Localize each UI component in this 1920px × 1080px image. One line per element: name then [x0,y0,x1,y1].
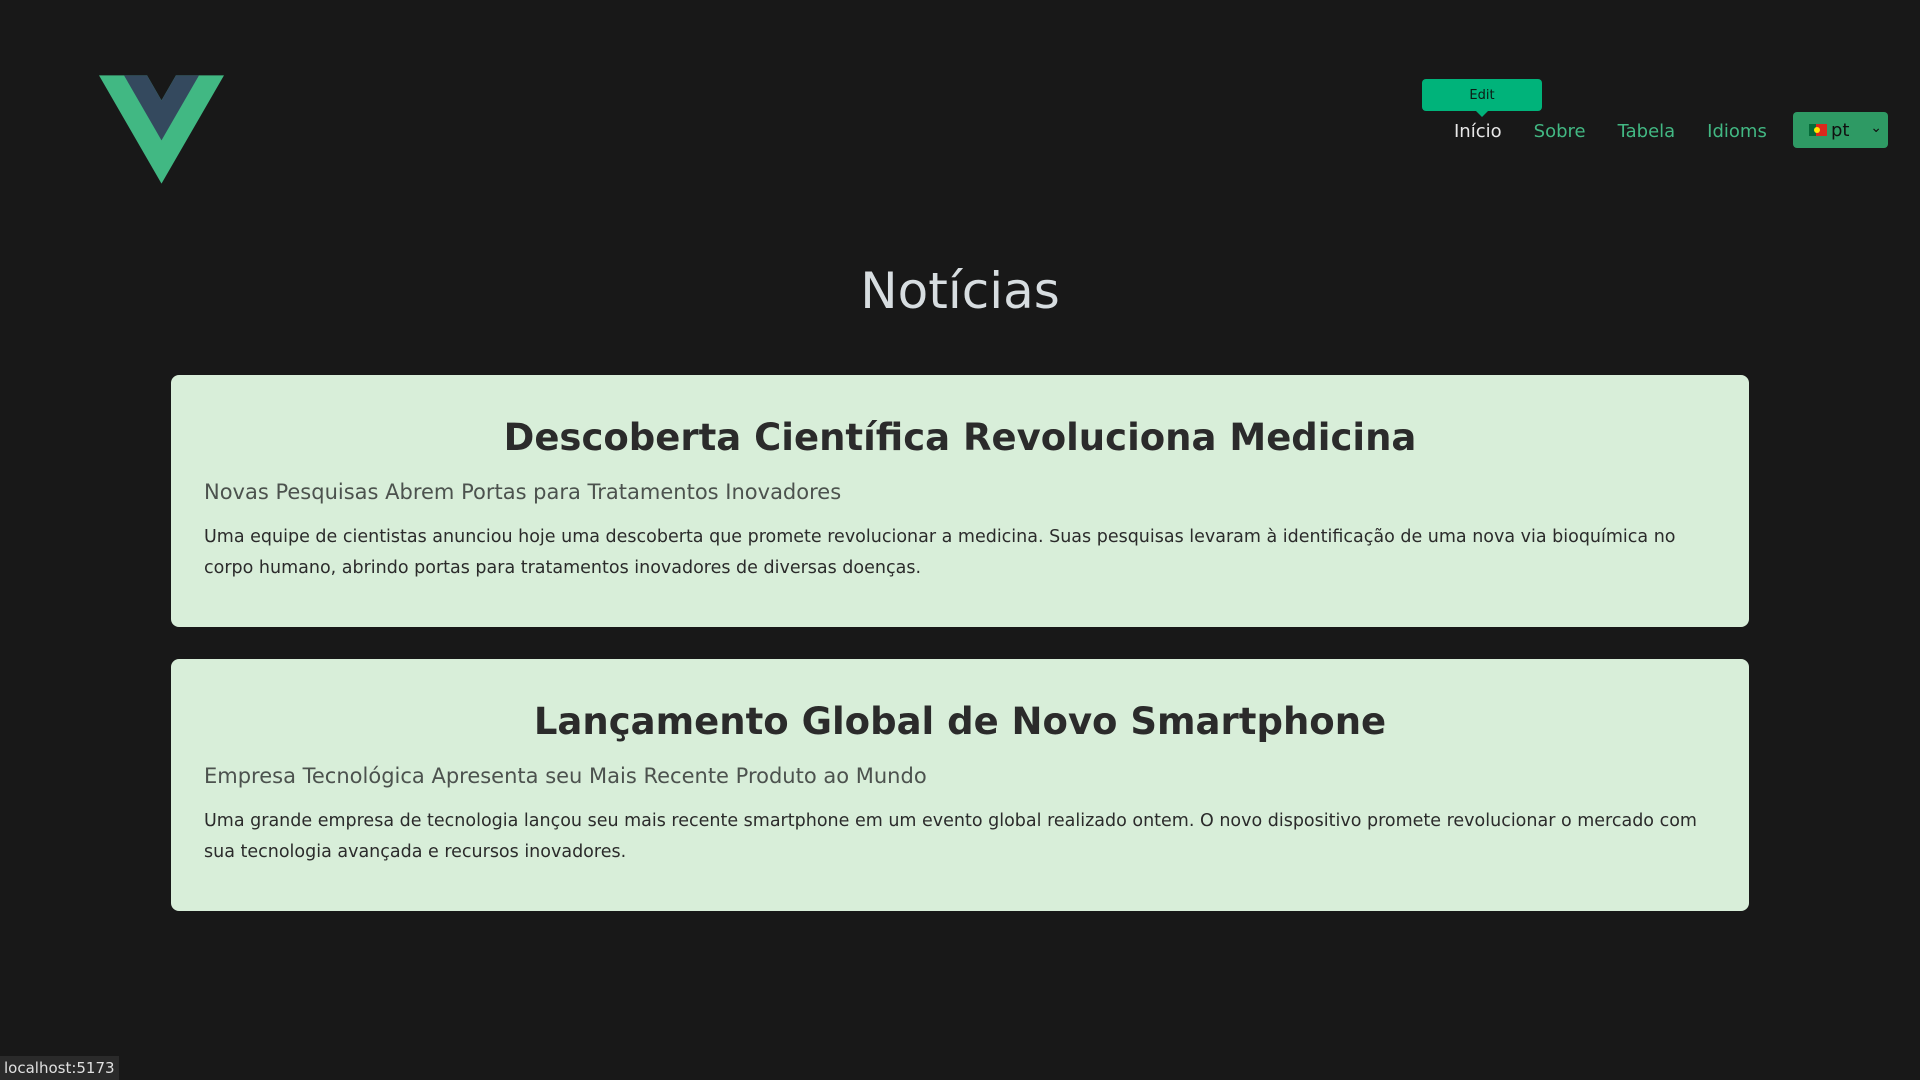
portugal-flag-icon [1809,124,1827,136]
news-card: Lançamento Global de Novo Smartphone Emp… [171,659,1749,911]
news-title: Lançamento Global de Novo Smartphone [533,700,1387,743]
news-card: Descoberta Científica Revoluciona Medici… [171,375,1749,627]
news-body: Uma grande empresa de tecnologia lançou … [204,811,1697,862]
language-value: pt [1831,119,1850,141]
browser-status-url: localhost:5173 [0,1056,119,1080]
news-subtitle: Empresa Tecnológica Apresenta seu Mais R… [204,764,927,788]
page-title: Notícias [860,262,1060,320]
nav-link-idioms[interactable]: Idioms [1691,121,1783,142]
news-subtitle: Novas Pesquisas Abrem Portas para Tratam… [204,480,842,504]
vue-logo-icon[interactable] [99,75,224,184]
app-root: Edit Início Sobre Tabela Idioms pt ⌄ Not… [0,0,1920,1080]
nav-link-sobre[interactable]: Sobre [1518,121,1602,142]
news-title: Descoberta Científica Revoluciona Medici… [503,416,1417,459]
language-select[interactable]: pt ⌄ [1793,112,1888,148]
news-body: Uma equipe de cientistas anunciou hoje u… [204,527,1676,578]
main-nav: Início Sobre Tabela Idioms [1438,111,1783,151]
nav-link-inicio[interactable]: Início [1438,121,1518,142]
edit-tooltip: Edit [1422,79,1542,117]
nav-link-tabela[interactable]: Tabela [1602,121,1692,142]
tooltip-label: Edit [1469,87,1495,103]
chevron-down-icon: ⌄ [1870,120,1882,136]
